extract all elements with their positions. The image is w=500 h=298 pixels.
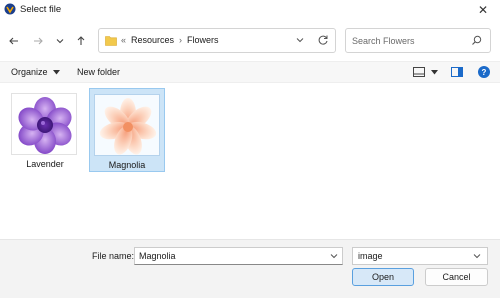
refresh-button[interactable] bbox=[317, 34, 329, 48]
caret-down-icon bbox=[52, 69, 60, 74]
change-view-button[interactable] bbox=[413, 67, 438, 77]
breadcrumb-overflow[interactable]: « bbox=[121, 35, 126, 45]
file-item-lavender[interactable]: Lavender bbox=[7, 88, 83, 172]
breadcrumb-item-resources[interactable]: Resources bbox=[131, 35, 174, 45]
file-name-input[interactable] bbox=[134, 247, 343, 265]
organize-button[interactable]: Organize bbox=[11, 67, 60, 77]
open-button[interactable]: Open bbox=[352, 268, 414, 286]
chevron-down-icon bbox=[472, 251, 482, 263]
chevron-down-icon bbox=[56, 39, 64, 44]
caret-down-icon bbox=[431, 69, 438, 74]
forward-button[interactable] bbox=[30, 33, 46, 49]
refresh-icon bbox=[318, 35, 328, 45]
arrow-right-icon bbox=[34, 37, 43, 45]
file-list: Lavender Magnolia bbox=[0, 83, 500, 239]
file-name-label: Magnolia bbox=[108, 160, 146, 170]
file-type-select[interactable]: image bbox=[352, 247, 488, 265]
window-title: Select file bbox=[20, 4, 62, 15]
app-logo-icon bbox=[4, 3, 16, 15]
arrow-up-icon bbox=[77, 36, 85, 45]
breadcrumb-item-flowers[interactable]: Flowers bbox=[187, 35, 219, 45]
file-name-field-label: File name: bbox=[92, 251, 135, 261]
view-icon bbox=[413, 67, 425, 77]
file-name-dropdown[interactable] bbox=[329, 251, 339, 263]
address-history-dropdown[interactable] bbox=[295, 35, 305, 47]
address-bar[interactable]: « Resources › Flowers bbox=[98, 28, 336, 53]
breadcrumb: « Resources › Flowers bbox=[119, 35, 219, 45]
organize-label: Organize bbox=[11, 67, 48, 77]
search-icon bbox=[471, 35, 482, 48]
magnolia-thumbnail bbox=[94, 94, 160, 156]
file-name-label: Lavender bbox=[26, 159, 64, 169]
file-item-magnolia[interactable]: Magnolia bbox=[89, 88, 165, 172]
chevron-down-icon bbox=[330, 254, 338, 259]
help-button[interactable]: ? bbox=[478, 66, 490, 78]
title-bar: Select file ✕ bbox=[0, 0, 500, 22]
help-icon: ? bbox=[481, 67, 487, 77]
close-icon: ✕ bbox=[477, 3, 489, 17]
preview-pane-button[interactable] bbox=[451, 67, 463, 79]
chevron-down-icon bbox=[296, 38, 304, 43]
preview-pane-icon bbox=[451, 67, 463, 77]
command-toolbar: Organize New folder ? bbox=[0, 61, 500, 83]
cancel-button[interactable]: Cancel bbox=[425, 268, 488, 286]
search-placeholder: Search Flowers bbox=[352, 36, 415, 46]
dialog-footer: File name: image Open Cancel bbox=[0, 239, 500, 298]
recent-locations-button[interactable] bbox=[52, 33, 68, 49]
close-button[interactable]: ✕ bbox=[466, 0, 500, 20]
lavender-thumbnail bbox=[11, 93, 77, 155]
new-folder-button[interactable]: New folder bbox=[77, 67, 120, 77]
arrow-left-icon bbox=[9, 37, 18, 45]
back-button[interactable] bbox=[6, 33, 22, 49]
file-type-value: image bbox=[358, 251, 383, 261]
chevron-right-icon[interactable]: › bbox=[179, 35, 182, 45]
search-input[interactable]: Search Flowers bbox=[345, 28, 491, 53]
folder-icon bbox=[105, 35, 117, 48]
up-button[interactable] bbox=[73, 33, 89, 49]
